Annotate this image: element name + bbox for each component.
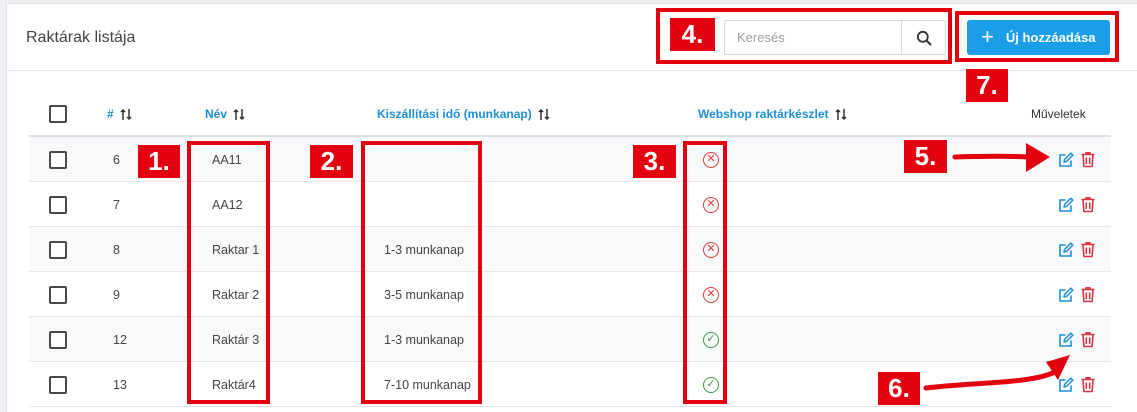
annotation-label-7: 7. [966,69,1008,102]
select-all-cell [49,105,67,123]
annotation-label-3: 3. [633,145,676,178]
edit-icon[interactable] [1058,196,1074,213]
annotation-label-2: 2. [310,145,353,178]
annotation-box-names [187,141,270,404]
edit-icon[interactable] [1058,241,1074,258]
column-header-name-label: Név [205,107,228,121]
edit-icon[interactable] [1058,376,1074,393]
column-header-id[interactable]: # [107,107,132,121]
row-id: 12 [113,332,127,347]
trash-icon[interactable] [1080,196,1096,213]
annotation-label-5: 5. [904,140,947,173]
warehouse-panel: Raktárak listája + Új hozzáadása # [6,3,1137,412]
row-actions [1058,182,1096,227]
row-id: 7 [113,197,120,212]
column-header-webshop-label: Webshop raktárkészlet [698,107,829,121]
row-id: 13 [113,377,127,392]
sort-icon [233,108,245,120]
row-select-cell [49,362,67,407]
row-checkbox[interactable] [49,375,67,394]
edit-icon[interactable] [1058,286,1074,303]
row-select-cell [49,182,67,227]
row-checkbox[interactable] [49,240,67,259]
trash-icon[interactable] [1080,286,1096,303]
column-header-webshop[interactable]: Webshop raktárkészlet [698,107,847,121]
trash-icon[interactable] [1080,151,1096,168]
annotation-label-6: 6. [878,372,920,405]
annotation-box-webshop [683,141,727,404]
page-title: Raktárak listája [26,29,136,46]
column-header-name[interactable]: Név [205,107,245,121]
row-select-cell [49,272,67,317]
row-id: 8 [113,242,120,257]
column-header-id-label: # [107,107,114,121]
row-actions [1058,317,1096,362]
row-id: 9 [113,287,120,302]
column-header-actions: Műveletek [1031,107,1086,121]
table-header: # Név Kiszállítási idő (munkanap) Websho… [29,92,1111,137]
row-id: 6 [113,152,120,167]
trash-icon[interactable] [1080,376,1096,393]
sort-icon [834,108,847,120]
row-actions [1058,362,1096,407]
row-select-cell [49,317,67,362]
row-checkbox[interactable] [49,285,67,304]
annotation-label-4: 4. [670,18,715,51]
row-select-cell [49,137,67,182]
select-all-checkbox[interactable] [49,105,67,123]
row-checkbox[interactable] [49,330,67,349]
annotation-box-delivery [361,141,482,404]
row-actions [1058,137,1096,182]
trash-icon[interactable] [1080,331,1096,348]
edit-icon[interactable] [1058,331,1074,348]
annotation-box-add [955,11,1119,62]
column-header-actions-label: Műveletek [1031,107,1086,121]
edit-icon[interactable] [1058,151,1074,168]
sort-icon [538,108,550,120]
row-actions [1058,272,1096,317]
trash-icon[interactable] [1080,241,1096,258]
row-checkbox[interactable] [49,195,67,214]
column-header-delivery[interactable]: Kiszállítási idő (munkanap) [377,107,550,121]
sort-icon [120,108,132,120]
row-actions [1058,227,1096,272]
annotation-label-1: 1. [138,145,180,178]
row-select-cell [49,227,67,272]
row-checkbox[interactable] [49,150,67,169]
column-header-delivery-label: Kiszállítási idő (munkanap) [377,107,532,121]
